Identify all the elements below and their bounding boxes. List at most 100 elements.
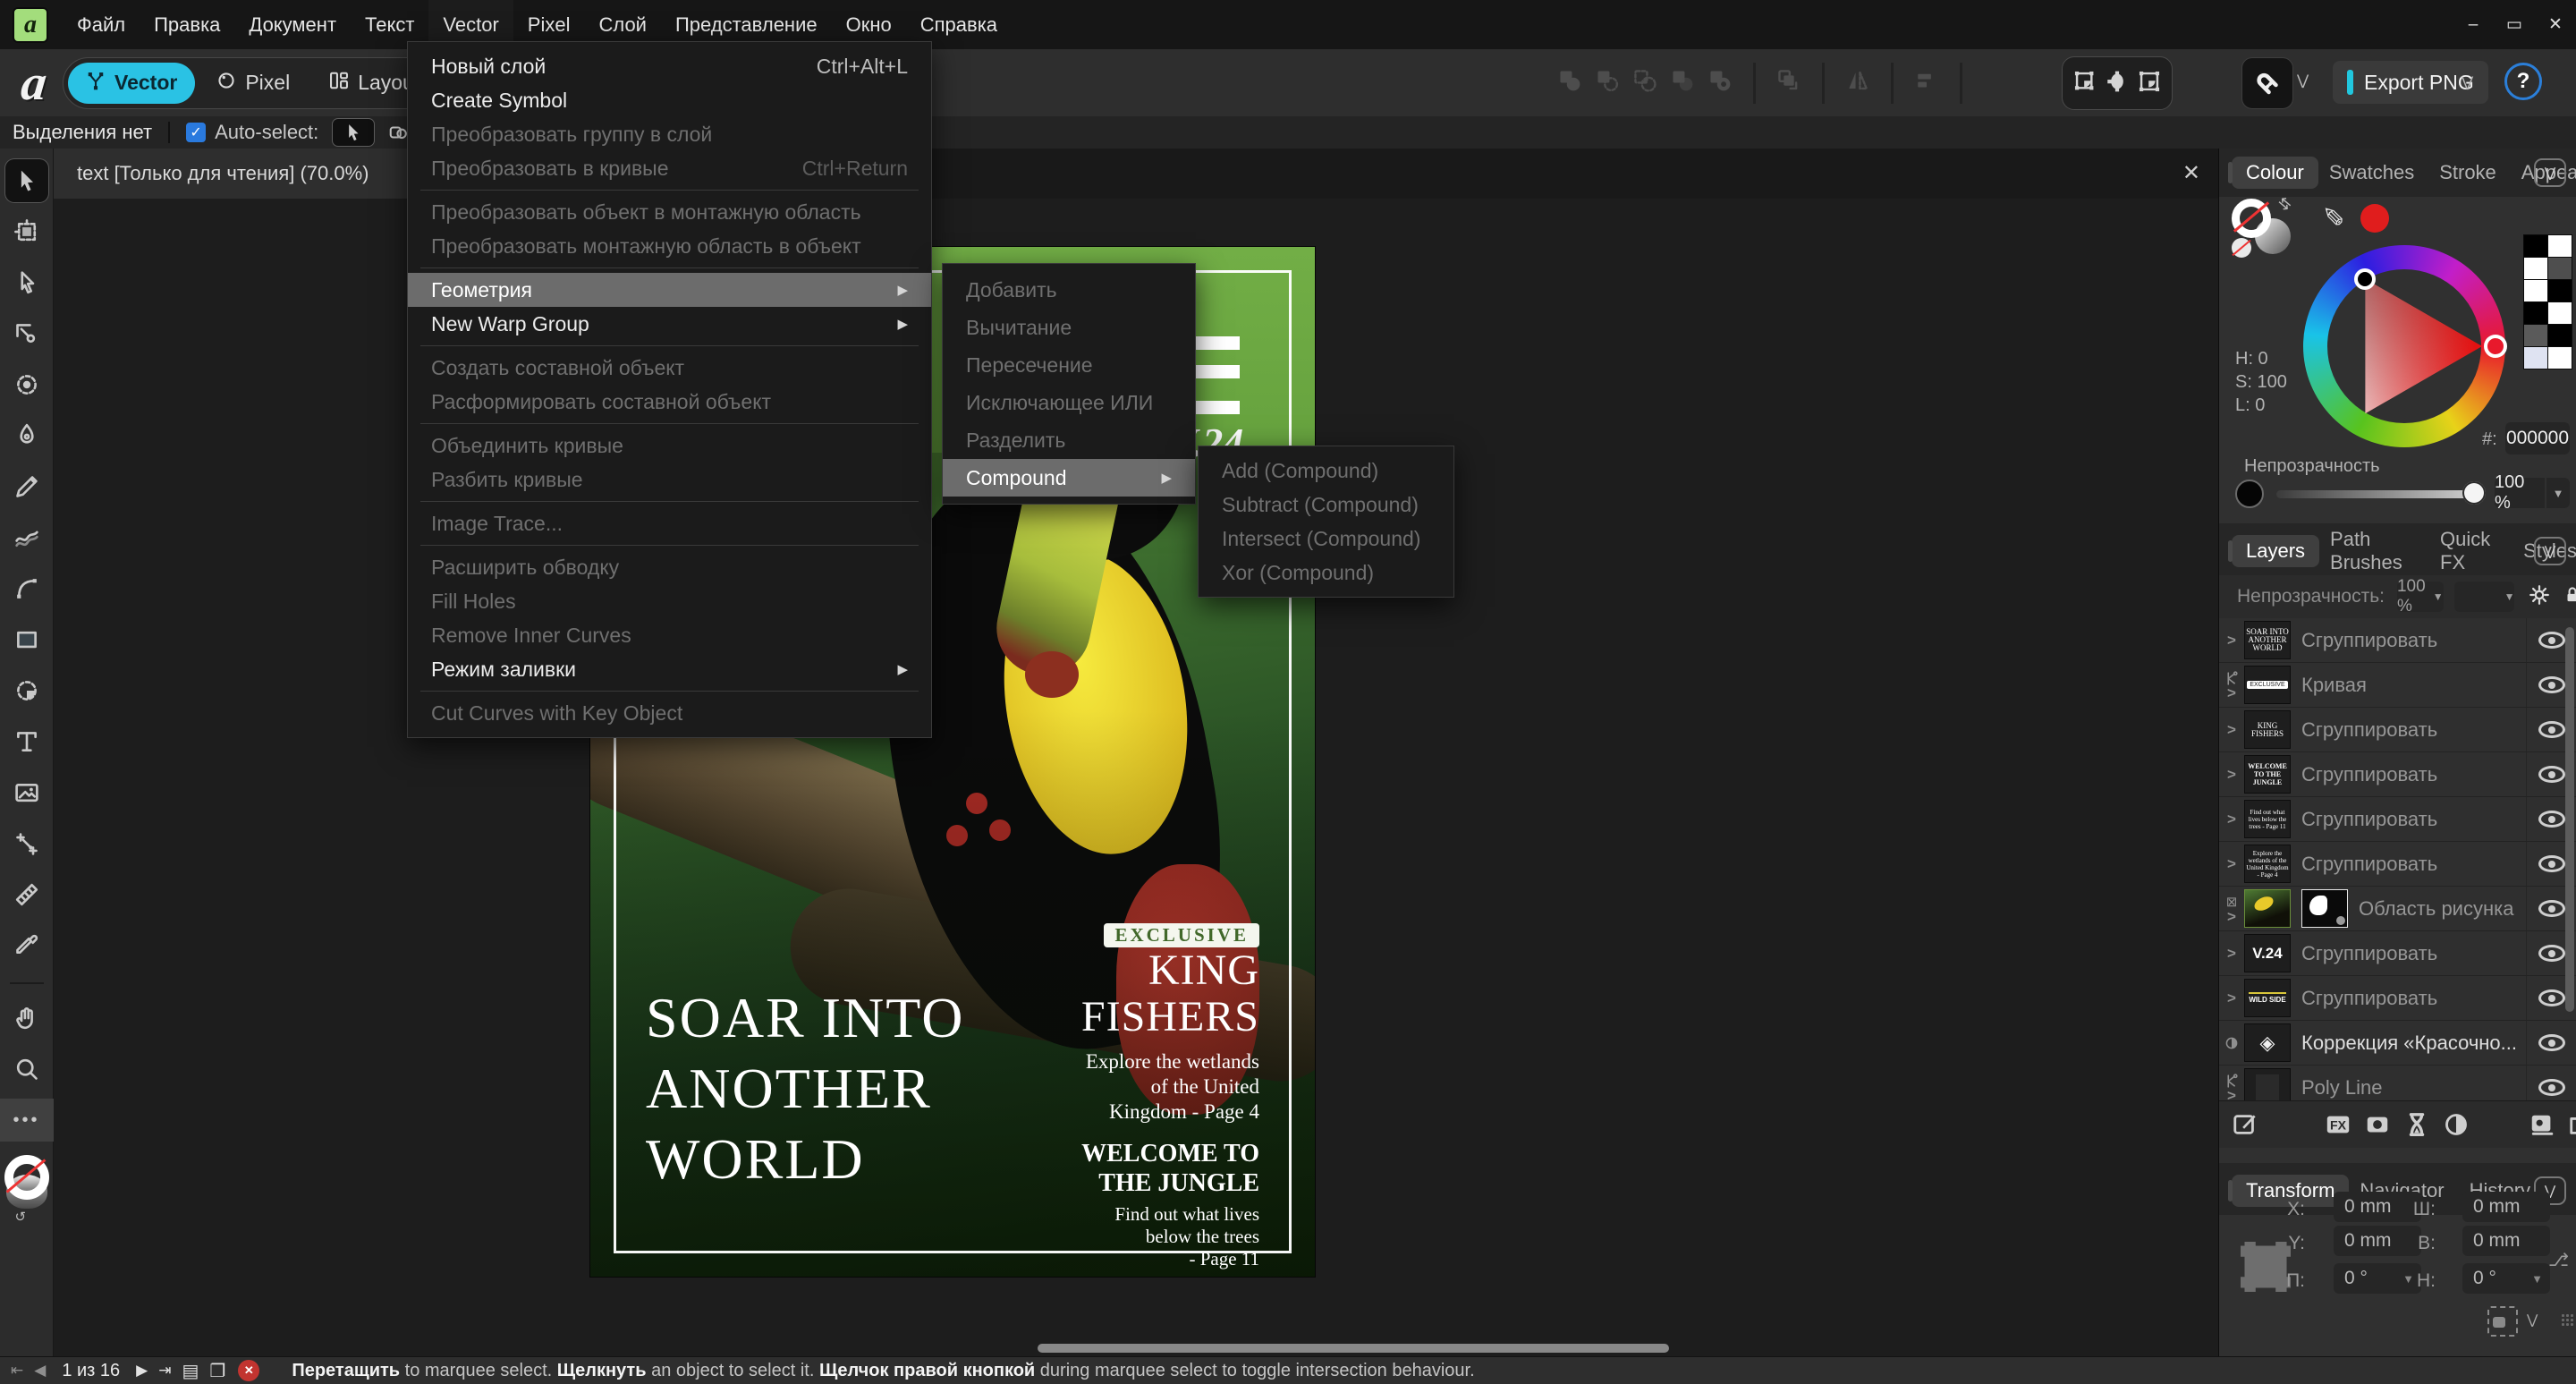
- vector-menu-item[interactable]: Новый слойCtrl+Alt+L: [408, 49, 931, 83]
- selection-brush-tool[interactable]: [5, 363, 48, 406]
- vector-menu-item[interactable]: Геометрия▶: [408, 273, 931, 307]
- layer-row[interactable]: ⊠>Область рисунка: [2219, 887, 2576, 931]
- maximize-button[interactable]: ▭: [2494, 0, 2535, 49]
- snapping-options-chevron-icon[interactable]: ⋁: [2297, 72, 2309, 89]
- layers-opacity-dropdown[interactable]: 100 %▼: [2397, 582, 2444, 612]
- swatch[interactable]: [2548, 347, 2572, 369]
- artboard-tool[interactable]: [5, 210, 48, 253]
- swatch[interactable]: [2548, 325, 2572, 346]
- vector-menu-item[interactable]: Режим заливки▶: [408, 652, 931, 686]
- transform-field-Н[interactable]: 0 °▼: [2462, 1263, 2550, 1294]
- rectangle-tool[interactable]: [5, 618, 48, 661]
- zoom-tool[interactable]: [5, 1048, 48, 1091]
- menubar-item-файл[interactable]: Файл: [63, 0, 140, 49]
- layer-row[interactable]: >SOAR INTO ANOTHER WORLDСгруппировать: [2219, 618, 2576, 663]
- transform-object-icon[interactable]: [2138, 70, 2161, 98]
- node-tool[interactable]: [5, 261, 48, 304]
- edit-points-icon[interactable]: [2106, 70, 2129, 98]
- next-page-icon[interactable]: ▶: [136, 1362, 148, 1380]
- contour-tool[interactable]: [5, 312, 48, 355]
- layer-row[interactable]: >WILD SIDEСгруппировать: [2219, 976, 2576, 1021]
- corner-tool[interactable]: [5, 567, 48, 610]
- layer-row[interactable]: >KING FISHERSСгруппировать: [2219, 708, 2576, 752]
- point-transform-tool[interactable]: [5, 822, 48, 865]
- mask-layer-icon[interactable]: [2364, 1111, 2391, 1138]
- image-place-tool[interactable]: [5, 771, 48, 814]
- last-page-icon[interactable]: ⇥: [158, 1362, 171, 1380]
- measure-tool[interactable]: [5, 873, 48, 916]
- gear-icon[interactable]: [2529, 584, 2550, 610]
- snapping-toggle-button[interactable]: [2241, 57, 2293, 109]
- help-button[interactable]: ?: [2504, 63, 2542, 100]
- auto-select-checkbox[interactable]: ✓: [186, 123, 206, 142]
- swatch[interactable]: [2524, 258, 2547, 279]
- colour-picker-icon[interactable]: ✐: [2320, 205, 2351, 227]
- horizontal-scrollbar[interactable]: [1038, 1344, 1669, 1353]
- layer-row[interactable]: >V.24Сгруппировать: [2219, 931, 2576, 976]
- opacity-slider[interactable]: [2276, 490, 2475, 498]
- layer-row[interactable]: >EXCLUSIVEКривая: [2219, 663, 2576, 708]
- group-icon[interactable]: [2568, 1111, 2576, 1138]
- hex-field[interactable]: 000000: [2505, 422, 2570, 454]
- colour-picker-tool[interactable]: [5, 924, 48, 967]
- colour-chevron-icon[interactable]: ⋁: [2534, 158, 2566, 187]
- export-chevron-icon[interactable]: ⋁: [2462, 73, 2473, 91]
- move-tool[interactable]: [5, 159, 48, 202]
- layers-tab-layers[interactable]: Layers: [2232, 535, 2319, 567]
- constraints-chevron-icon[interactable]: ⋁: [2527, 1312, 2538, 1328]
- close-button[interactable]: ✕: [2535, 0, 2576, 49]
- resize-grip[interactable]: [2561, 1313, 2575, 1328]
- triangle-handle[interactable]: [2354, 268, 2376, 290]
- stroke-fill-swap-icon[interactable]: ⇆: [2232, 199, 2312, 261]
- vector-brush-tool[interactable]: [5, 516, 48, 559]
- cycle-selection-box-icon[interactable]: [2073, 70, 2097, 98]
- hourglass-icon[interactable]: [2403, 1111, 2430, 1138]
- prev-page-icon[interactable]: ◀: [34, 1362, 46, 1380]
- adjustment-icon[interactable]: [2443, 1111, 2470, 1138]
- layer-row[interactable]: >WELCOME TO THE JUNGLEСгруппировать: [2219, 752, 2576, 797]
- vector-menu-item[interactable]: New Warp Group▶: [408, 307, 931, 341]
- layers-tab-path-brushes[interactable]: Path Brushes: [2330, 528, 2415, 574]
- opacity-slider-knob[interactable]: [2462, 481, 2486, 505]
- colour-tab-colour[interactable]: Colour: [2232, 157, 2318, 189]
- layers-tab-quick-fx[interactable]: Quick FX: [2440, 528, 2498, 574]
- layer-row[interactable]: >Explore the wetlands of the United King…: [2219, 842, 2576, 887]
- swatch[interactable]: [2548, 258, 2572, 279]
- minimize-button[interactable]: –: [2453, 0, 2494, 49]
- colour-tab-stroke[interactable]: Stroke: [2439, 161, 2496, 184]
- move-cursor-icon[interactable]: [333, 119, 374, 146]
- picked-colour-swatch[interactable]: [2360, 204, 2389, 233]
- colour-selector[interactable]: ↺: [3, 1155, 51, 1218]
- swatch[interactable]: [2548, 235, 2572, 257]
- reader-view-icon[interactable]: ▤: [182, 1360, 199, 1382]
- colour-tab-swatches[interactable]: Swatches: [2329, 161, 2414, 184]
- swatch[interactable]: [2524, 347, 2547, 369]
- pencil-tool[interactable]: [5, 465, 48, 508]
- text-tool[interactable]: [5, 720, 48, 763]
- hue-handle[interactable]: [2484, 335, 2507, 358]
- swatch[interactable]: [2524, 235, 2547, 257]
- image-layer-icon[interactable]: [2529, 1111, 2555, 1138]
- layer-visibility-toggle[interactable]: [2526, 1021, 2576, 1065]
- swatch[interactable]: [2524, 280, 2547, 301]
- opacity-swatch[interactable]: [2235, 480, 2264, 508]
- link-dimensions-icon[interactable]: ⎇: [2548, 1249, 2569, 1271]
- transform-field-В[interactable]: 0 mm: [2462, 1226, 2550, 1256]
- edit-all-layers-icon[interactable]: [2232, 1111, 2258, 1138]
- layer-row[interactable]: >Find out what lives below the trees - P…: [2219, 797, 2576, 842]
- first-page-icon[interactable]: ⇤: [11, 1362, 23, 1380]
- geometry-menu-item[interactable]: Compound▶: [943, 459, 1195, 497]
- opacity-chevron-icon[interactable]: ▼: [2546, 478, 2570, 508]
- preflight-icon[interactable]: ✕: [238, 1360, 259, 1381]
- blend-mode-dropdown[interactable]: ▼: [2454, 582, 2515, 612]
- pages-icon[interactable]: ❐: [209, 1360, 225, 1382]
- swatch[interactable]: [2548, 302, 2572, 324]
- layers-chevron-icon[interactable]: ⋁: [2534, 537, 2566, 565]
- menubar-item-документ[interactable]: Документ: [234, 0, 351, 49]
- more-tools[interactable]: •••: [0, 1099, 54, 1142]
- colour-wheel[interactable]: [2303, 245, 2505, 447]
- vector-menu-item[interactable]: Create Symbol: [408, 83, 931, 117]
- pen-tool[interactable]: [5, 414, 48, 457]
- swatch[interactable]: [2548, 280, 2572, 301]
- fx-icon[interactable]: FX: [2325, 1111, 2351, 1138]
